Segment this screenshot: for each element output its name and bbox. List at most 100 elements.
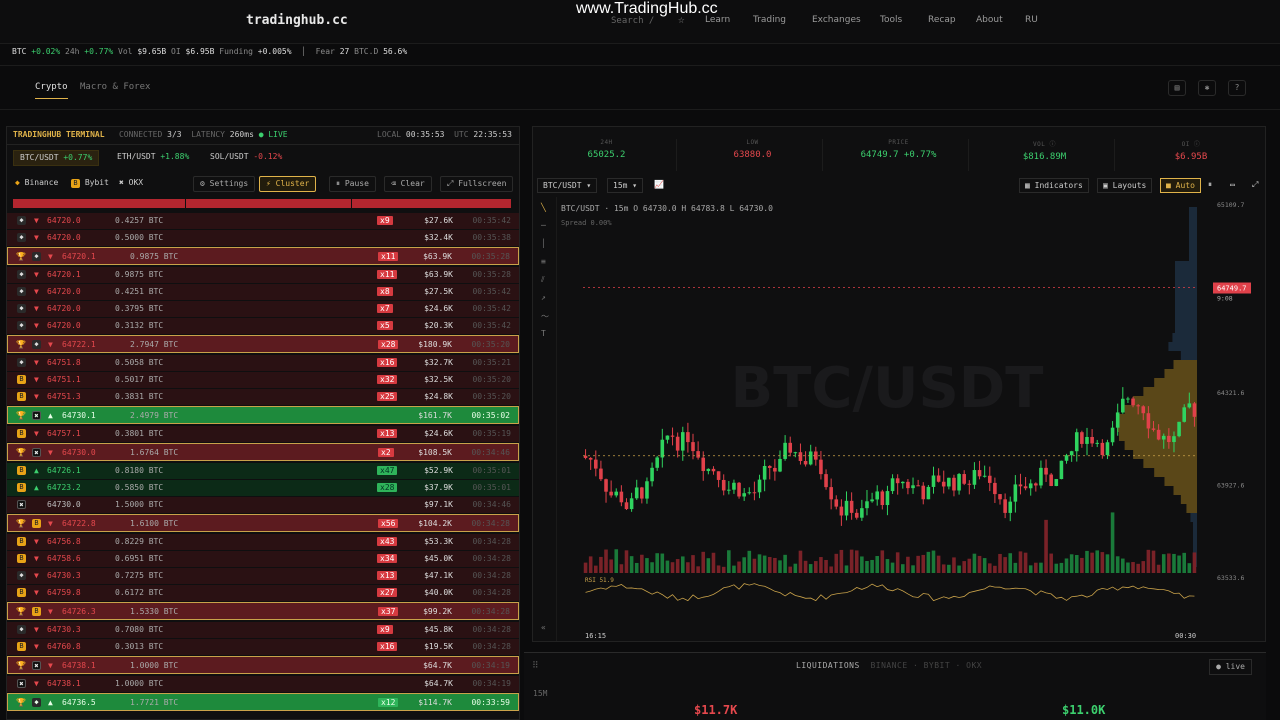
hline-icon[interactable]: ─ [541,221,546,230]
trade-multiplier: x11 [378,252,399,261]
pair-btc[interactable]: BTC/USDT +0.77% [13,150,100,166]
trade-qty: 0.3831 BTC [115,392,164,401]
trade-usd: $63.9K [423,252,452,261]
price-chart[interactable]: ╲ ─ │ ≡ ⫽ ↗ 〜 T « BTC/USDT RSI 51.9 BTC/US… [533,197,1265,641]
candle-body [921,485,926,500]
volume-bar [686,562,690,573]
candle-body [849,500,854,513]
layouts-button[interactable]: ▣ Layouts [1097,178,1153,193]
trade-time: 00:34:28 [471,607,510,616]
volume-bar [732,565,736,573]
expand-icon[interactable]: ⤢ [1247,178,1263,193]
drag-handle-icon[interactable]: ⠿ [532,661,539,671]
volume-bar [860,556,864,573]
volume-bar [941,564,946,573]
volume-bar [1039,562,1043,573]
candle-body [901,481,905,484]
fullscreen-button[interactable]: ⤢ Fullscreen [440,176,514,192]
nav-lang[interactable]: RU [1025,15,1038,25]
timeframe-select[interactable]: 15m ▾ [607,178,644,193]
nav-recap[interactable]: Recap [928,15,956,25]
help-icon[interactable]: ? [1228,80,1246,96]
volume-bar [614,549,619,573]
volume-bar [1141,561,1146,573]
pair-sol[interactable]: SOL/USDT -0.12% [204,150,288,166]
trade-price: 64730.0 [62,448,96,457]
channel-icon[interactable]: ≡ [541,257,546,266]
side-arrow-icon: ▼ [34,679,39,688]
exchange-icon: ◆ [17,233,26,242]
volume-bar [870,559,874,573]
site-logo[interactable]: tradinghub.cc [246,13,348,28]
volume-bar [1018,551,1023,573]
candle-body [941,481,946,487]
candle-body [885,491,890,506]
candle-body [1049,474,1053,486]
candle-body [906,481,910,489]
chart-watermark: BTC/USDT [731,356,1044,421]
cluster-button[interactable]: ⚡ Cluster [259,176,317,192]
volume-bar [1105,554,1110,573]
exchange-icon: ◆ [17,304,26,313]
auto-button[interactable]: ■ Auto [1160,178,1201,193]
arrow-icon[interactable]: ↗ [541,293,546,302]
volume-bar [670,562,675,573]
trendline-icon[interactable]: ╲ [541,203,546,212]
exchange-binance[interactable]: ◆ Binance [15,178,58,187]
exchange-icon: ◆ [17,287,26,296]
side-arrow-icon: ▼ [48,448,53,457]
search-box[interactable]: Search / [611,16,654,26]
nav-about[interactable]: About [976,15,1003,25]
tab-macro-forex[interactable]: Macro & Forex [80,82,150,98]
side-arrow-icon: ▼ [34,287,39,296]
pair-selector: BTC/USDT +0.77% ETH/USDT +1.88% SOL/USDT… [7,147,519,169]
fib-icon[interactable]: ⫽ [541,275,545,285]
trade-row: ◆ ▼ 64720.0 0.3795 BTC x7 $24.6K 00:35:42 [7,301,519,317]
collapse-icon[interactable]: « [541,623,546,632]
trade-price: 64726.3 [62,607,96,616]
indicators-button[interactable]: ▦ Indicators [1019,178,1089,193]
chart-type-icon[interactable]: 📈 [649,178,669,193]
settings-button[interactable]: ⚙ Settings [193,176,256,192]
trade-multiplier: x16 [377,642,398,651]
trade-time: 00:33:59 [471,698,510,707]
volume-profile-bar [1173,360,1197,369]
pair-eth[interactable]: ETH/USDT +1.88% [111,150,195,166]
nav-trading[interactable]: Trading [753,15,786,25]
side-arrow-icon: ▼ [34,358,39,367]
candle-body [1034,483,1038,486]
doc-icon[interactable]: ▤ [1168,80,1186,96]
exchange-okx[interactable]: ✖ OKX [119,178,143,187]
nav-tools[interactable]: Tools [880,15,902,25]
volume-profile-bar [1175,306,1197,315]
trade-qty: 0.6172 BTC [115,588,164,597]
volume-profile-bar [1189,234,1197,243]
star-icon[interactable]: ☆ [678,13,685,26]
candle-body [967,483,972,485]
volume-bar [634,562,639,573]
clear-button[interactable]: ⌫ Clear [384,176,432,192]
tab-crypto[interactable]: Crypto [35,82,68,99]
stat-1: LOW 63880.0 [683,139,823,171]
camera-icon[interactable]: ▭ [1225,178,1240,193]
symbol-select[interactable]: BTC/USDT ▾ [537,178,598,193]
trade-time: 00:35:21 [472,358,511,367]
nav-exchanges[interactable]: Exchanges [812,15,861,25]
candle-body [1085,436,1089,444]
trade-usd: $108.5K [418,448,452,457]
candle-body [972,470,977,485]
trade-qty: 0.3132 BTC [115,321,164,330]
volume-bar [854,550,859,573]
pause-button[interactable]: ⏸ Pause [329,176,376,192]
path-icon[interactable]: 〜 [541,311,549,322]
trade-time: 00:35:42 [472,287,511,296]
stat-0: 24H 65025.2 [537,139,677,171]
text-icon[interactable]: T [541,329,546,338]
volume-bar [865,560,869,573]
vline-icon[interactable]: │ [541,239,546,248]
nav-learn[interactable]: Learn [705,15,730,25]
bug-icon[interactable]: ✱ [1198,80,1216,96]
volume-bar [947,564,951,573]
exchange-bybit[interactable]: B Bybit [71,178,109,188]
pause-chart-icon[interactable]: ⏸ [1203,178,1217,193]
